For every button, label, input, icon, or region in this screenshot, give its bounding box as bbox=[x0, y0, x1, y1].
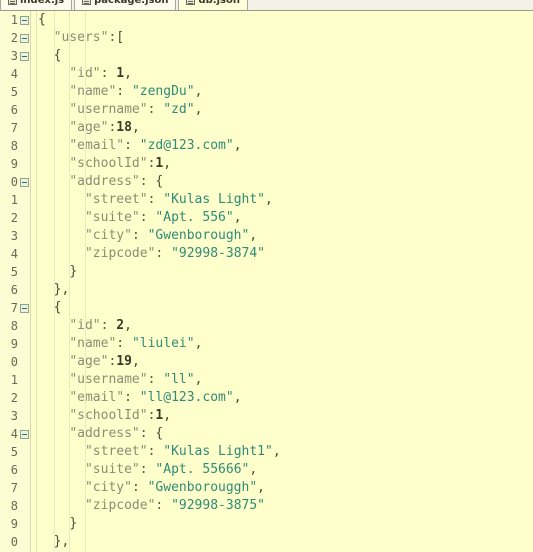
line-number[interactable]: 2 bbox=[0, 389, 30, 407]
tab-label: index.js bbox=[20, 0, 65, 6]
code-line[interactable]: "username": "zd", bbox=[38, 101, 533, 119]
code-line[interactable]: } bbox=[38, 515, 533, 533]
line-number[interactable]: 4 bbox=[0, 425, 30, 443]
code-line[interactable]: } bbox=[38, 263, 533, 281]
line-number[interactable]: 3 bbox=[0, 407, 30, 425]
file-icon bbox=[186, 0, 196, 5]
indent-guide bbox=[69, 11, 71, 552]
line-number[interactable]: 5 bbox=[0, 263, 30, 281]
file-icon bbox=[82, 0, 92, 5]
code-line[interactable]: "suite": "Apt. 55666", bbox=[38, 461, 533, 479]
line-number[interactable]: 0 bbox=[0, 353, 30, 371]
line-number[interactable]: 7 bbox=[0, 479, 30, 497]
line-number[interactable]: 5 bbox=[0, 83, 30, 101]
fold-toggle-icon[interactable] bbox=[20, 178, 29, 187]
code-line[interactable]: { bbox=[38, 11, 533, 29]
fold-toggle-icon[interactable] bbox=[20, 430, 29, 439]
code-line[interactable]: "users":[ bbox=[38, 29, 533, 47]
code-line[interactable]: "name": "liulei", bbox=[38, 335, 533, 353]
code-line[interactable]: "address": { bbox=[38, 425, 533, 443]
line-number-gutter[interactable]: 123456789012345678901234567890 bbox=[0, 11, 31, 552]
file-icon bbox=[8, 0, 17, 5]
line-number[interactable]: 1 bbox=[0, 371, 30, 389]
code-line[interactable]: "email": "ll@123.com", bbox=[38, 389, 533, 407]
line-number[interactable]: 4 bbox=[0, 245, 30, 263]
line-number[interactable]: 3 bbox=[0, 47, 30, 65]
code-line[interactable]: "id": 2, bbox=[38, 317, 533, 335]
line-number[interactable]: 3 bbox=[0, 227, 30, 245]
line-number[interactable]: 4 bbox=[0, 65, 30, 83]
line-number[interactable]: 8 bbox=[0, 497, 30, 515]
line-number[interactable]: 7 bbox=[0, 299, 30, 317]
line-number[interactable]: 0 bbox=[0, 173, 30, 191]
code-line[interactable]: { bbox=[38, 47, 533, 65]
line-number[interactable]: 1 bbox=[0, 191, 30, 209]
code-line[interactable]: "schoolId":1, bbox=[38, 155, 533, 173]
code-area[interactable]: { "users":[ { "id": 1, "name": "zengDu",… bbox=[38, 11, 533, 552]
gutter-divider bbox=[36, 11, 37, 552]
line-number[interactable]: 6 bbox=[0, 281, 30, 299]
fold-toggle-icon[interactable] bbox=[20, 52, 29, 61]
code-line[interactable]: "zipcode": "92998-3875" bbox=[38, 497, 533, 515]
tab-label: db.json bbox=[198, 0, 240, 6]
code-line[interactable]: "city": "Gwenborouggh", bbox=[38, 479, 533, 497]
tab-bar-empty-area bbox=[250, 0, 533, 10]
code-line[interactable]: "street": "Kulas Light1", bbox=[38, 443, 533, 461]
code-line[interactable]: { bbox=[38, 299, 533, 317]
line-number[interactable]: 6 bbox=[0, 461, 30, 479]
line-number[interactable]: 0 bbox=[0, 533, 30, 551]
code-line[interactable]: "name": "zengDu", bbox=[38, 83, 533, 101]
code-line[interactable]: }, bbox=[38, 533, 533, 551]
code-editor[interactable]: 123456789012345678901234567890 { "users"… bbox=[0, 11, 533, 552]
line-number[interactable]: 1 bbox=[0, 11, 30, 29]
code-line[interactable]: "email": "zd@123.com", bbox=[38, 137, 533, 155]
code-line[interactable]: }, bbox=[38, 281, 533, 299]
tab-package-json[interactable]: package.json bbox=[74, 0, 177, 10]
code-line[interactable]: "city": "Gwenborough", bbox=[38, 227, 533, 245]
code-line[interactable]: "age":18, bbox=[38, 119, 533, 137]
line-number[interactable]: 2 bbox=[0, 209, 30, 227]
tab-index-js[interactable]: index.js bbox=[0, 0, 73, 10]
tab-label: package.json bbox=[94, 0, 169, 6]
indent-guide bbox=[84, 11, 86, 552]
fold-toggle-icon[interactable] bbox=[20, 16, 29, 25]
code-line[interactable]: "address": { bbox=[38, 173, 533, 191]
line-number[interactable]: 8 bbox=[0, 317, 30, 335]
tab-db-json[interactable]: db.json bbox=[178, 0, 248, 10]
code-line[interactable]: "age":19, bbox=[38, 353, 533, 371]
line-number[interactable]: 9 bbox=[0, 155, 30, 173]
line-number[interactable]: 9 bbox=[0, 515, 30, 533]
line-number[interactable]: 8 bbox=[0, 137, 30, 155]
code-line[interactable]: "id": 1, bbox=[38, 65, 533, 83]
code-line[interactable]: "username": "ll", bbox=[38, 371, 533, 389]
code-line[interactable]: "suite": "Apt. 556", bbox=[38, 209, 533, 227]
line-number[interactable]: 2 bbox=[0, 29, 30, 47]
tab-bar: index.js package.json db.json bbox=[0, 0, 533, 11]
code-line[interactable]: "street": "Kulas Light", bbox=[38, 191, 533, 209]
line-number[interactable]: 6 bbox=[0, 101, 30, 119]
indent-guide bbox=[53, 11, 55, 552]
line-number[interactable]: 5 bbox=[0, 443, 30, 461]
line-number[interactable]: 9 bbox=[0, 335, 30, 353]
line-number[interactable]: 7 bbox=[0, 119, 30, 137]
fold-toggle-icon[interactable] bbox=[20, 34, 29, 43]
fold-toggle-icon[interactable] bbox=[20, 304, 29, 313]
code-line[interactable]: "zipcode": "92998-3874" bbox=[38, 245, 533, 263]
code-line[interactable]: "schoolId":1, bbox=[38, 407, 533, 425]
